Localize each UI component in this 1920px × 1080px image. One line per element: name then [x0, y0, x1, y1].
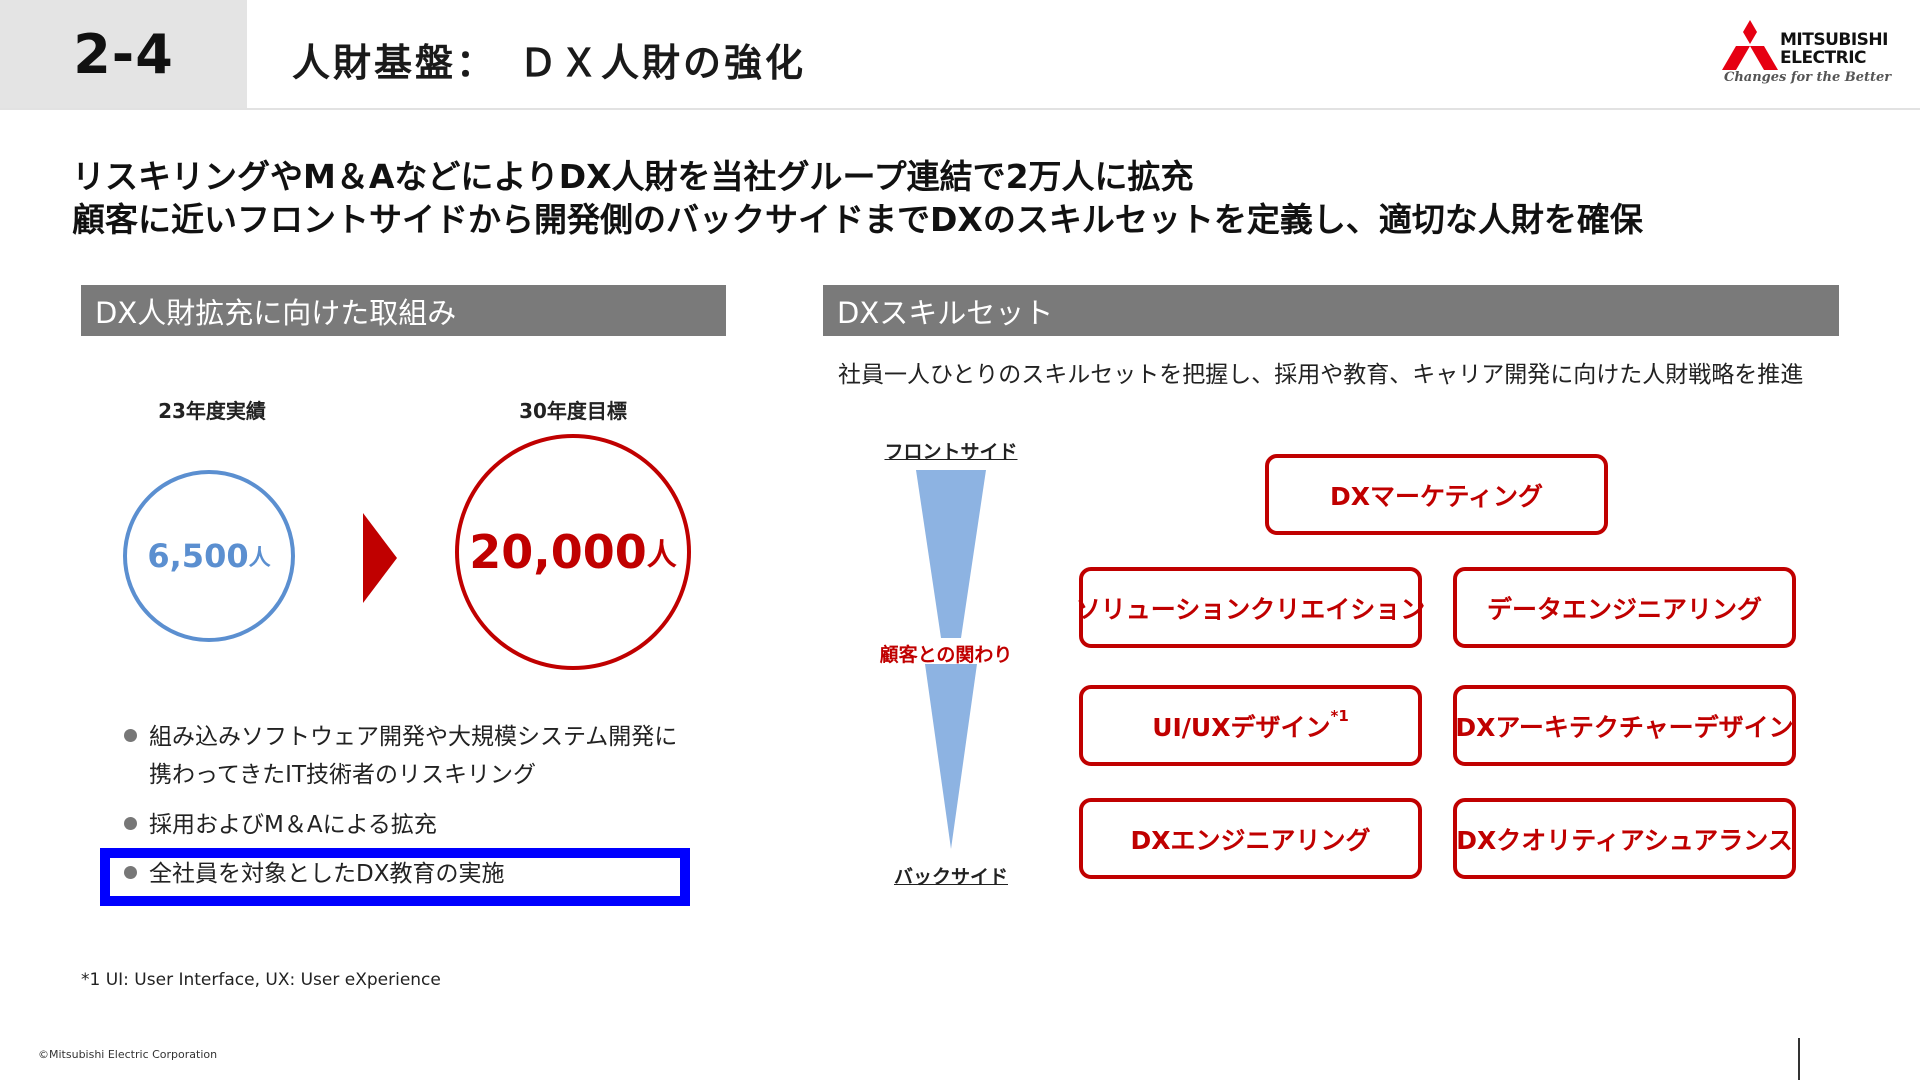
bullet-item-2: 採用およびM＆Aによる拡充 — [124, 806, 437, 844]
skill-ui-ux-design: UI/UXデザイン *1 — [1079, 685, 1422, 766]
skill-solution-creation: ソリューションクリエイション — [1076, 567, 1425, 648]
current-unit: 人 — [248, 546, 271, 571]
front-triangle-shape — [916, 470, 986, 638]
left-panel-title: DX人財拡充に向けた取組み — [81, 285, 726, 336]
bullet-text: 採用およびM＆Aによる拡充 — [149, 812, 437, 838]
section-number: 2-4 — [73, 22, 174, 86]
bullet-text: 組み込みソフトウェア開発や大規模システム開発に — [149, 724, 678, 750]
page-number-divider — [1798, 1038, 1800, 1080]
axis-label-customer: 顧客との関わり — [879, 644, 1013, 666]
axis-label-back: バックサイド — [893, 866, 1008, 888]
right-panel-title: DXスキルセット — [823, 285, 1839, 336]
current-count-circle: 6,500 人 — [123, 470, 295, 642]
skill-dx-engineering: DXエンジニアリング — [1079, 798, 1422, 879]
page-title: 人財基盤： ＤＸ人財の強化 — [292, 41, 807, 85]
bullet-dot-icon — [124, 866, 137, 879]
right-panel-subtitle: 社員一人ひとりのスキルセットを把握し、採用や教育、キャリア開発に向けた人財戦略を… — [838, 362, 1804, 388]
target-unit: 人 — [646, 538, 677, 573]
bullet-dot-icon — [124, 729, 137, 742]
skill-dx-architecture-design: DXアーキテクチャーデザイン — [1453, 685, 1796, 766]
headline-line-1: リスキリングやM＆AなどによりDX人財を当社グループ連結で2万人に拡充 — [72, 157, 1194, 196]
current-count: 6,500 — [147, 537, 249, 575]
axis-label-front: フロントサイド — [884, 441, 1018, 463]
current-label: 23年度実績 — [158, 399, 266, 423]
skill-data-engineering: データエンジニアリング — [1453, 567, 1796, 648]
logo-word-mitsubishi: MITSUBISHI — [1780, 30, 1888, 50]
bullet-item-1-continuation: 携わってきたIT技術者のリスキリング — [149, 762, 536, 788]
target-count: 20,000 — [469, 525, 647, 579]
logo-tagline: Changes for the Better — [1724, 70, 1892, 85]
bullet-dot-icon — [124, 817, 137, 830]
back-triangle-shape — [925, 664, 977, 849]
company-logo: MITSUBISHI ELECTRIC Changes for the Bett… — [1722, 18, 1892, 90]
bullet-item-3: 全社員を対象としたDX教育の実施 — [124, 855, 504, 893]
target-label: 30年度目標 — [519, 399, 627, 423]
skill-dx-quality-assurance: DXクオリティアシュアランス — [1453, 798, 1796, 879]
skill-ui-ux-footnote-mark: *1 — [1330, 706, 1349, 725]
skill-ui-ux-label: UI/UXデザイン — [1152, 712, 1331, 742]
logo-word-electric: ELECTRIC — [1780, 48, 1867, 68]
footnote: *1 UI: User Interface, UX: User eXperien… — [81, 970, 441, 990]
arrow-right-icon — [363, 513, 397, 603]
headline-line-2: 顧客に近いフロントサイドから開発側のバックサイドまでDXのスキルセットを定義し、… — [72, 200, 1643, 239]
bullet-text: 全社員を対象としたDX教育の実施 — [149, 861, 505, 887]
three-diamonds-icon — [1722, 20, 1778, 70]
header-divider — [0, 108, 1920, 110]
bullet-item-1: 組み込みソフトウェア開発や大規模システム開発に — [124, 718, 677, 756]
copyright: ©Mitsubishi Electric Corporation — [38, 1048, 218, 1061]
target-count-circle: 20,000 人 — [455, 434, 691, 670]
skill-dx-marketing: DXマーケティング — [1265, 454, 1608, 535]
